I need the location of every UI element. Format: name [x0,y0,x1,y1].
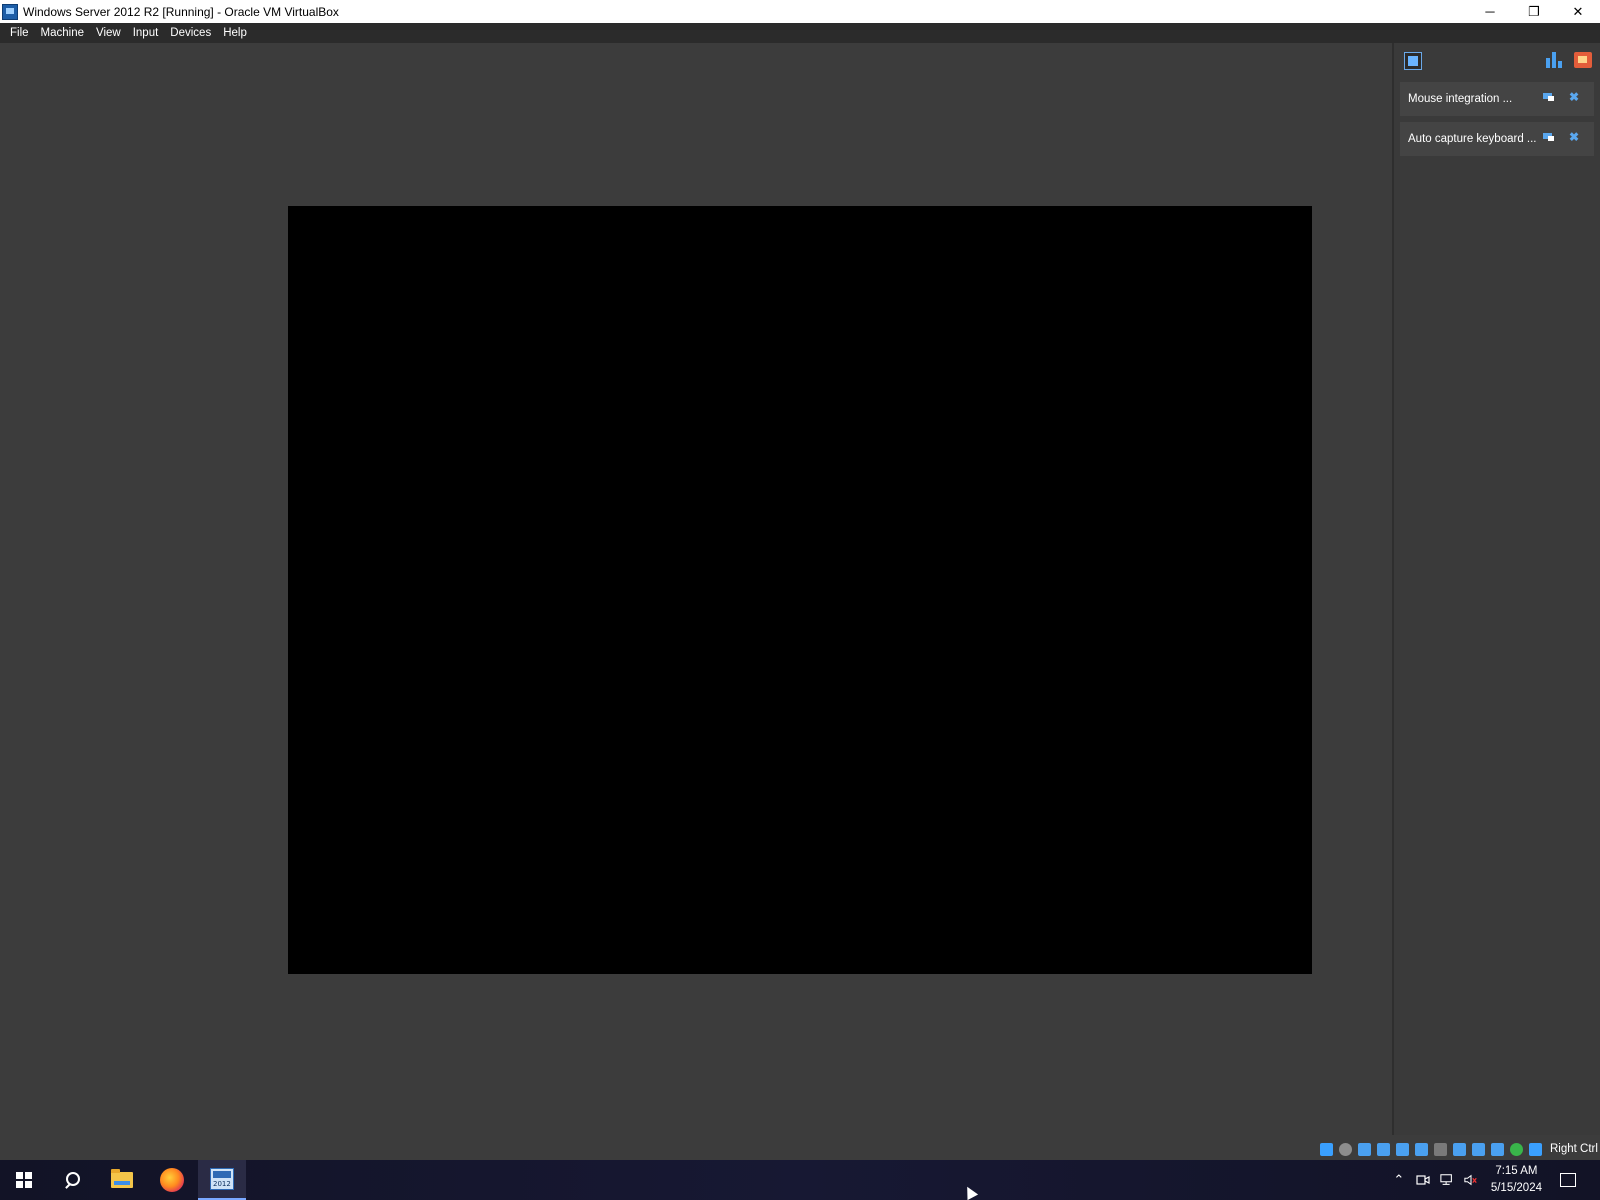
mouse-integration-icon[interactable] [1529,1142,1542,1156]
search-icon [64,1172,80,1188]
title-bar: Windows Server 2012 R2 [Running] - Oracl… [0,0,1600,23]
sort-notifications-icon[interactable] [1546,52,1562,68]
network-activity-icon[interactable] [1320,1142,1333,1156]
close-icon[interactable]: ✖ [1567,90,1581,104]
window-title: Windows Server 2012 R2 [Running] - Oracl… [23,4,339,19]
vm-display-area[interactable] [0,43,1392,1132]
host-key-label[interactable]: Right Ctrl [1550,1143,1598,1155]
virtualbox-taskbar-button[interactable] [198,1160,246,1200]
vt-x-icon[interactable] [1491,1142,1504,1156]
optical-drive-icon[interactable] [1339,1142,1352,1156]
camera-icon[interactable] [1416,1173,1430,1187]
menu-view[interactable]: View [90,25,127,41]
clock-date: 5/15/2024 [1490,1182,1542,1194]
notification-text: Mouse integration ... [1408,93,1513,105]
hard-disk-icon[interactable] [1358,1142,1371,1156]
file-explorer-button[interactable] [98,1160,146,1200]
menu-file[interactable]: File [4,25,35,41]
popup-toggle-icon[interactable] [1543,92,1555,102]
notification-item[interactable]: Auto capture keyboard ... ✖ [1400,122,1594,156]
action-center-icon[interactable] [1560,1173,1576,1187]
menu-devices[interactable]: Devices [164,25,217,41]
notification-item[interactable]: Mouse integration ... ✖ [1400,82,1594,116]
close-all-notifications-icon[interactable] [1574,52,1592,68]
usb-icon[interactable] [1415,1142,1428,1156]
firefox-icon [160,1168,184,1192]
system-tray: ⌃ 7:15 AM 5/15/2024 [1387,1160,1600,1200]
audio-icon[interactable] [1377,1142,1390,1156]
windows-logo-icon [16,1172,32,1188]
guest-additions-icon[interactable] [1510,1142,1523,1156]
notification-panel-toolbar [1394,43,1600,79]
chevron-up-icon[interactable]: ⌃ [1392,1172,1406,1187]
clock-time: 7:15 AM [1495,1165,1538,1177]
notification-center-panel: Mouse integration ... ✖ Auto capture key… [1392,43,1600,1135]
volume-muted-icon[interactable] [1464,1173,1478,1187]
menu-help[interactable]: Help [217,25,253,41]
search-button[interactable] [48,1160,96,1200]
virtualbox-icon [210,1168,234,1190]
restore-button[interactable]: ❐ [1512,0,1556,23]
folder-icon [111,1169,133,1188]
popup-toggle-icon[interactable] [1543,132,1555,142]
start-button[interactable] [0,1160,48,1200]
virtualbox-app-icon [2,3,18,20]
vm-status-bar: Right Ctrl [1320,1140,1600,1158]
notification-text: Auto capture keyboard ... [1408,133,1537,145]
recording-icon[interactable] [1472,1142,1485,1156]
windows-taskbar: ⌃ 7:15 AM 5/15/2024 [0,1160,1600,1200]
shared-folders-icon[interactable] [1434,1142,1447,1156]
network-icon[interactable] [1440,1173,1454,1187]
window-controls: ─ ❐ ✕ [1468,0,1600,23]
close-button[interactable]: ✕ [1556,0,1600,23]
firefox-button[interactable] [148,1160,196,1200]
notification-center-icon[interactable] [1404,52,1422,70]
menu-bar: File Machine View Input Devices Help [0,23,1600,43]
close-icon[interactable]: ✖ [1567,130,1581,144]
network-adapter-icon[interactable] [1396,1142,1409,1156]
vm-guest-screen[interactable] [288,206,1312,974]
taskbar-clock[interactable]: 7:15 AM 5/15/2024 [1491,1163,1542,1197]
menu-input[interactable]: Input [127,25,165,41]
minimize-button[interactable]: ─ [1468,0,1512,23]
display-icon[interactable] [1453,1142,1466,1156]
menu-machine[interactable]: Machine [35,25,90,41]
